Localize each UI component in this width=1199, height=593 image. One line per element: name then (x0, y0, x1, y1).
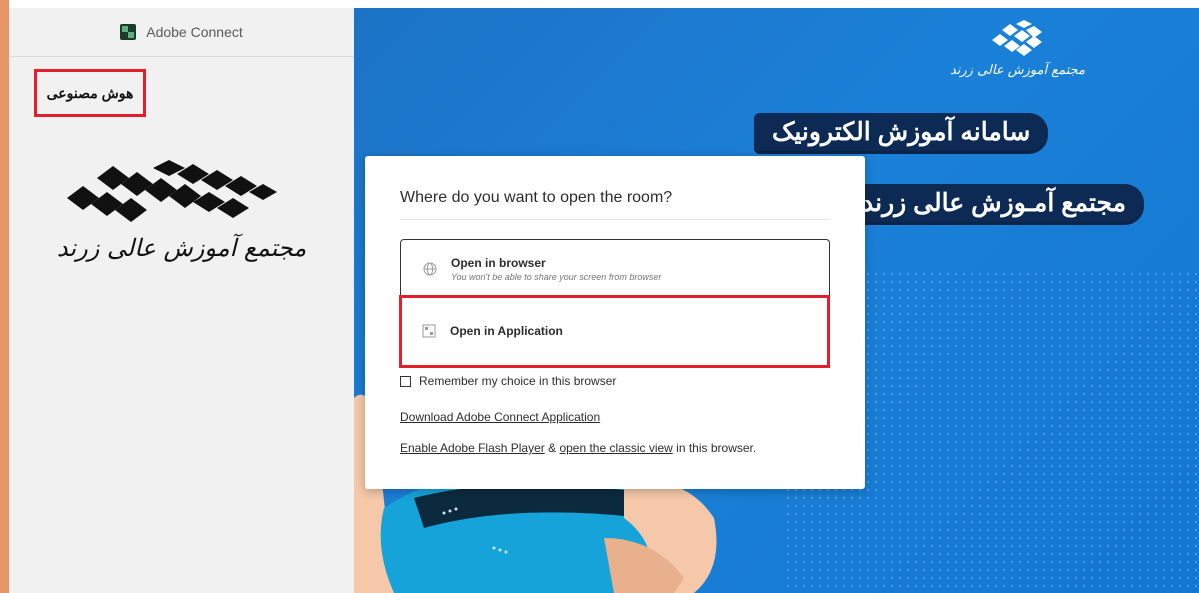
flash-suffix: in this browser. (672, 441, 757, 455)
dialog-title: Where do you want to open the room? (400, 189, 830, 220)
banner-headline-2: مجتمع آمـوزش عالی زرند (844, 184, 1145, 222)
sidebar: Adobe Connect هوش مصنوعی مجتمع آموزش عال… (9, 8, 355, 593)
globe-icon (423, 262, 437, 276)
enable-flash-link[interactable]: Enable Adobe Flash Player (400, 441, 545, 455)
app-window-icon (422, 324, 436, 338)
download-app-link[interactable]: Download Adobe Connect Application (400, 410, 600, 424)
open-room-dialog: Where do you want to open the room? Open… (365, 156, 865, 489)
sidebar-header: Adobe Connect (9, 8, 354, 57)
institution-logo-text: مجتمع آموزش عالی زرند (56, 234, 307, 262)
remember-checkbox[interactable] (400, 375, 411, 387)
remember-choice[interactable]: Remember my choice in this browser (400, 374, 616, 388)
download-row: Download Adobe Connect Application (400, 410, 600, 424)
banner-headline-1: سامانه آموزش الکترونیک (754, 113, 1049, 151)
banner-brand: مجتمع آموزش عالی زرند (950, 20, 1085, 78)
open-in-browser-option[interactable]: Open in browser You won't be able to sha… (400, 239, 830, 299)
banner-logo-icon (992, 20, 1043, 56)
flash-separator: & (544, 441, 560, 455)
flash-row: Enable Adobe Flash Player & open the cla… (400, 441, 756, 455)
left-border (0, 0, 9, 593)
classic-view-link[interactable]: open the classic view (559, 441, 672, 455)
room-name: هوش مصنوعی (34, 69, 146, 117)
open-in-application-option[interactable]: Open in Application (400, 296, 830, 366)
remember-label: Remember my choice in this browser (419, 374, 617, 388)
open-in-application-label: Open in Application (450, 324, 563, 338)
banner-brand-text: مجتمع آموزش عالی زرند (949, 63, 1085, 78)
institution-logo-icon (67, 160, 277, 222)
open-in-browser-sublabel: You won't be able to share your screen f… (451, 272, 662, 282)
app-title: Adobe Connect (146, 24, 243, 40)
adobe-connect-logo-icon (120, 24, 137, 40)
open-in-browser-label: Open in browser (451, 256, 546, 270)
